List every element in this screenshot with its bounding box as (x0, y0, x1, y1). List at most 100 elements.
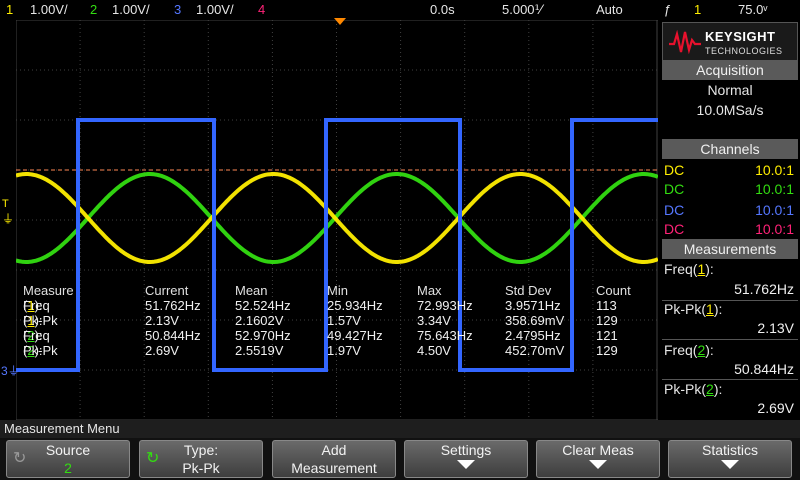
keysight-wave-icon (669, 30, 701, 54)
clear-meas-label: Clear Meas (562, 442, 634, 458)
channels-header[interactable]: Channels (662, 139, 798, 159)
cell-max: 3.34V (417, 313, 451, 328)
table-row: Freq (2): 50.844Hz 52.970Hz 49.427Hz 75.6… (23, 328, 659, 343)
settings-label: Settings (440, 442, 492, 458)
ch2-scale[interactable]: 1.00V/ (112, 1, 150, 19)
meas-value: 2.69V (757, 400, 794, 416)
rotate-knob-icon: ↻ (146, 450, 160, 467)
channel-row-3[interactable]: DC 10.0:1 (664, 200, 798, 220)
col-mean: Mean (235, 283, 268, 298)
ch4-coupling: DC (664, 221, 685, 237)
waveform-graticule (16, 20, 658, 420)
col-current: Current (145, 283, 189, 298)
cell-count: 113 (596, 298, 617, 313)
add-label: Add (321, 442, 347, 458)
table-row: Pk-Pk (1): 2.13V 2.1602V 1.57V 3.34V 358.… (23, 313, 659, 328)
trigger-level[interactable]: 75.0ᵛ (738, 1, 767, 19)
ch2-coupling: DC (664, 181, 685, 197)
col-count: Count (596, 283, 631, 298)
row-measure-name: Freq (2): (23, 328, 50, 343)
trigger-source[interactable]: 1 (694, 1, 701, 19)
ch1-coupling: DC (664, 162, 685, 178)
trigger-slope-icon: ƒ (664, 2, 672, 17)
acquisition-header[interactable]: Acquisition (662, 60, 798, 80)
divider (662, 339, 798, 340)
source-softkey[interactable]: ↻ Source 2 (6, 440, 130, 478)
cell-mean: 2.5519V (235, 343, 284, 358)
row-measure-name: Pk-Pk (1): (23, 313, 58, 328)
col-std-dev: Std Dev (505, 283, 552, 298)
cell-count: 121 (596, 328, 618, 343)
submenu-arrow-icon (721, 460, 739, 469)
meas-value: 2.13V (757, 320, 794, 336)
cell-std-dev: 3.9571Hz (505, 298, 561, 313)
time-scale[interactable]: 5.000⅟ (502, 1, 542, 19)
table-row: Pk-Pk (2): 2.69V 2.5519V 1.97V 4.50V 452.… (23, 343, 659, 358)
settings-softkey[interactable]: Settings (404, 440, 528, 478)
cell-max: 75.643Hz (417, 328, 473, 343)
ch1-ground-marker[interactable]: T (2, 198, 9, 210)
statistics-softkey[interactable]: Statistics (668, 440, 792, 478)
cell-mean: 52.970Hz (235, 328, 291, 343)
waveform-display[interactable]: T ⏚ 3⏚ (1, 18, 658, 420)
measurement-label: Measurement (291, 460, 377, 476)
measurement-statistics-table: Measure Current Mean Min Max Std Dev Cou… (23, 283, 659, 358)
sample-rate: 10.0MSa/s (696, 102, 764, 118)
side-panel: KEYSIGHT TECHNOLOGIES Acquisition Normal… (660, 20, 800, 420)
trigger-mode[interactable]: Auto (596, 1, 623, 19)
cell-min: 1.97V (327, 343, 361, 358)
ch3-coupling: DC (664, 202, 685, 218)
meas-label: Freq(1): (664, 261, 714, 277)
channel-row-2[interactable]: DC 10.0:1 (664, 179, 798, 199)
meas-label: Pk-Pk(1): (664, 301, 723, 317)
cell-current: 50.844Hz (145, 328, 201, 343)
divider (662, 379, 798, 380)
col-min: Min (327, 283, 348, 298)
cell-max: 72.993Hz (417, 298, 473, 313)
row-measure-name: Pk-Pk (2): (23, 343, 58, 358)
ch4-number[interactable]: 4 (258, 1, 265, 19)
col-max: Max (417, 283, 442, 298)
keysight-logo: KEYSIGHT TECHNOLOGIES (662, 22, 798, 62)
ch3-scale[interactable]: 1.00V/ (196, 1, 234, 19)
channel-row-1[interactable]: DC 10.0:1 (664, 160, 798, 180)
ch1-ground-icon: ⏚ (2, 212, 15, 226)
ch2-probe: 10.0:1 (755, 181, 794, 197)
statistics-label: Statistics (701, 442, 758, 458)
cell-mean: 52.524Hz (235, 298, 291, 313)
cell-count: 129 (596, 313, 618, 328)
softkey-bar: ↻ Source 2 ↻ Type: Pk-Pk Add Measurement… (0, 438, 800, 480)
brand-subtitle: TECHNOLOGIES (705, 46, 783, 56)
ch3-number[interactable]: 3 (174, 1, 181, 19)
meas-value: 50.844Hz (734, 361, 794, 377)
status-bar: 1 1.00V/ 2 1.00V/ 3 1.00V/ 4 0.0s 5.000⅟… (0, 0, 800, 20)
cell-count: 129 (596, 343, 618, 358)
measurements-header[interactable]: Measurements (662, 239, 798, 259)
table-row: Freq (1): 51.762Hz 52.524Hz 25.934Hz 72.9… (23, 298, 659, 313)
cell-current: 2.69V (145, 343, 179, 358)
clear-meas-softkey[interactable]: Clear Meas (536, 440, 660, 478)
cell-min: 49.427Hz (327, 328, 383, 343)
cell-std-dev: 452.70mV (505, 343, 565, 358)
col-measure: Measure (23, 283, 74, 298)
meas-label: Freq(2): (664, 342, 714, 358)
trigger-position-marker[interactable] (334, 18, 346, 25)
add-measurement-softkey[interactable]: Add Measurement (272, 440, 396, 478)
ch4-probe: 10.0:1 (755, 221, 794, 237)
ch1-number[interactable]: 1 (6, 1, 13, 19)
ch1-scale[interactable]: 1.00V/ (30, 1, 68, 19)
acquisition-mode: Normal (707, 82, 753, 98)
ch3-probe: 10.0:1 (755, 202, 794, 218)
cell-current: 2.13V (145, 313, 179, 328)
ch2-number[interactable]: 2 (90, 1, 97, 19)
brand-name: KEYSIGHT (705, 29, 776, 44)
cell-std-dev: 358.69mV (505, 313, 565, 328)
channel-row-4[interactable]: DC 10.0:1 (664, 219, 798, 239)
cell-std-dev: 2.4795Hz (505, 328, 561, 343)
submenu-arrow-icon (589, 460, 607, 469)
cell-min: 1.57V (327, 313, 361, 328)
time-delay[interactable]: 0.0s (430, 1, 455, 19)
meas-value: 51.762Hz (734, 281, 794, 297)
ch3-ground-icon[interactable]: 3⏚ (1, 362, 20, 379)
type-softkey[interactable]: ↻ Type: Pk-Pk (139, 440, 263, 478)
